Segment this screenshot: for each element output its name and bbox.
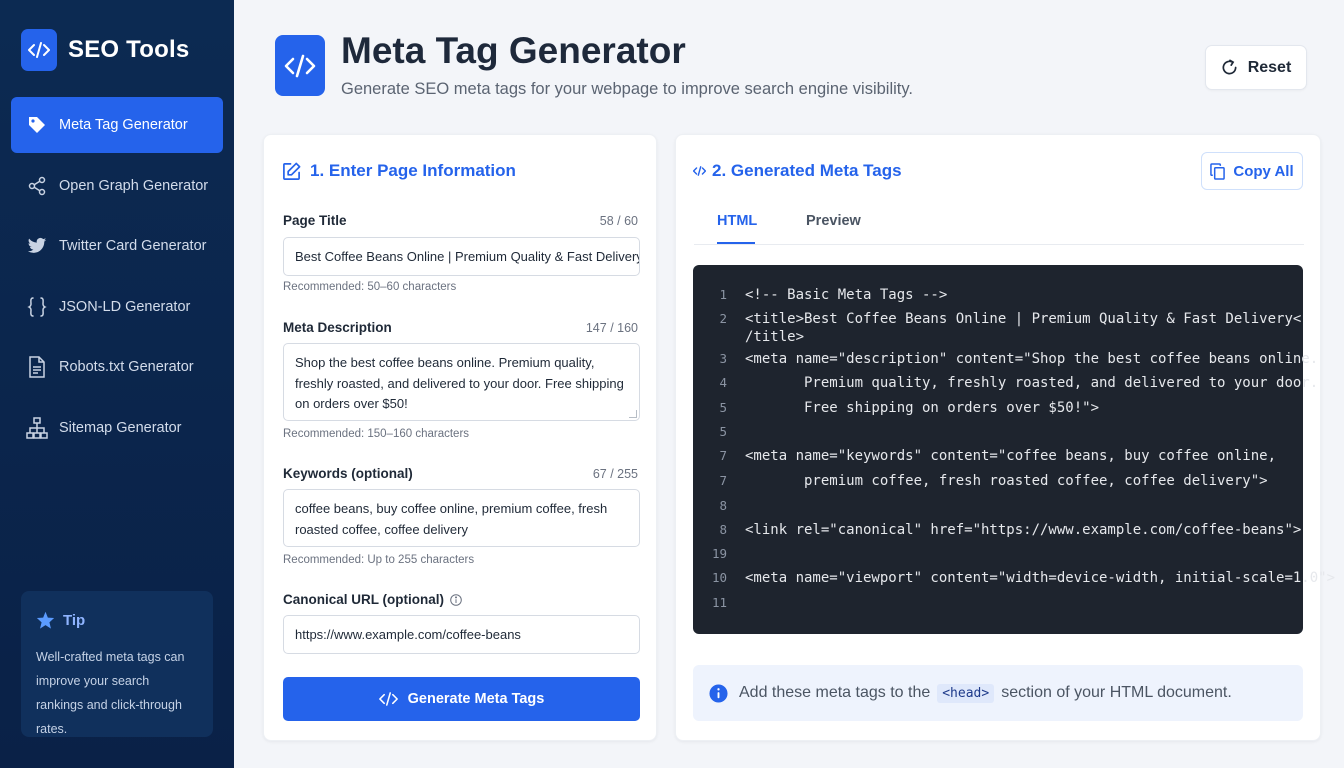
braces-icon (26, 296, 48, 318)
meta-description-hint: Recommended: 150–160 characters (283, 428, 470, 440)
sidebar-item-robots-txt-generator[interactable]: Robots.txt Generator (11, 339, 223, 395)
output-tabs: HTML Preview (694, 201, 1304, 245)
line-number: 2 (719, 311, 727, 326)
twitter-icon (26, 235, 48, 257)
line-number: 1 (719, 287, 727, 302)
meta-description-count: 147 / 160 (585, 321, 638, 335)
tab-html[interactable]: HTML (717, 213, 757, 229)
line-number: 3 (719, 351, 727, 366)
sidebar-item-label: Meta Tag Generator (59, 117, 188, 133)
edit-icon (282, 162, 301, 181)
page-subtitle: Generate SEO meta tags for your webpage … (341, 80, 913, 98)
code-text: <meta name="description" content="Shop t… (745, 351, 1319, 367)
page-title: Meta Tag Generator (341, 30, 686, 71)
line-number: 19 (711, 546, 727, 561)
page-info-section-title: 1. Enter Page Information (282, 161, 516, 181)
head-code-tag: <head> (937, 683, 995, 703)
resize-handle[interactable] (629, 410, 637, 418)
sidebar-item-open-graph-generator[interactable]: Open Graph Generator (11, 158, 223, 214)
code-text: Free shipping on orders over $50!"> (745, 400, 1100, 416)
reset-label: Reset (1247, 58, 1292, 76)
page-title-count: 58 / 60 (599, 214, 638, 228)
generate-label: Generate Meta Tags (407, 691, 545, 707)
meta-description-label: Meta Description (283, 320, 392, 335)
share-icon (26, 175, 48, 197)
brand[interactable]: SEO Tools (21, 29, 189, 71)
info-text-after: section of your HTML document. (1001, 684, 1232, 701)
tip-header: Tip (36, 611, 198, 629)
line-number: 7 (719, 473, 727, 488)
code-icon (21, 29, 57, 71)
meta-description-textarea[interactable]: Shop the best coffee beans online. Premi… (283, 343, 640, 421)
sidebar-item-label: Sitemap Generator (59, 419, 182, 436)
code-text: <link rel="canonical" href="https://www.… (745, 522, 1302, 538)
code-text: /title> (745, 329, 805, 345)
code-text: <meta name="keywords" content="coffee be… (745, 448, 1277, 464)
tip-title: Tip (63, 611, 86, 629)
page-title-label: Page Title (283, 213, 347, 228)
sidebar-item-twitter-card-generator[interactable]: Twitter Card Generator (11, 218, 223, 274)
tip-body: Well-crafted meta tags can improve your … (36, 650, 185, 736)
generate-meta-tags-button[interactable]: Generate Meta Tags (283, 677, 640, 721)
line-number: 11 (711, 595, 727, 610)
section-title-text: 1. Enter Page Information (310, 161, 516, 180)
star-icon (36, 611, 55, 629)
code-text: Premium quality, freshly roasted, and de… (745, 375, 1319, 391)
code-text: <!-- Basic Meta Tags --> (745, 287, 948, 303)
canonical-url-input[interactable]: https://www.example.com/coffee-beans (283, 615, 640, 654)
info-text-before: Add these meta tags to the (739, 684, 931, 701)
sidebar-item-label: JSON-LD Generator (59, 298, 191, 315)
keywords-label: Keywords (optional) (283, 466, 413, 481)
code-icon (275, 35, 325, 96)
line-number: 7 (719, 448, 727, 463)
code-text: premium coffee, fresh roasted coffee, co… (745, 473, 1268, 489)
line-number: 5 (719, 424, 727, 439)
line-number: 8 (719, 522, 727, 537)
sidebar-item-label: Twitter Card Generator (59, 238, 207, 254)
brand-title: SEO Tools (68, 36, 190, 63)
line-number: 5 (719, 400, 727, 415)
line-number: 8 (719, 498, 727, 513)
page-title-hint: Recommended: 50–60 characters (283, 281, 457, 293)
copy-icon (1210, 162, 1226, 180)
copy-all-label: Copy All (1233, 162, 1294, 180)
sidebar-nav: Meta Tag Generator Open Graph Generator … (11, 97, 223, 460)
generated-tags-panel: 2. Generated Meta Tags Copy All HTML Pre… (675, 134, 1335, 741)
generated-section-title: 2. Generated Meta Tags (693, 161, 902, 181)
sidebar-item-sitemap-generator[interactable]: Sitemap Generator (11, 400, 223, 456)
code-block[interactable]: 1 <!-- Basic Meta Tags --> 2 <title>Best Co… (693, 265, 1335, 634)
page-title-input[interactable]: Best Coffee Beans Online | Premium Quali… (283, 237, 640, 276)
refresh-icon (1221, 59, 1238, 76)
sidebar-item-meta-tag-generator[interactable]: Meta Tag Generator (11, 97, 223, 153)
sidebar-item-label: Robots.txt Generator (59, 359, 194, 375)
sidebar-item-json-ld-generator[interactable]: JSON-LD Generator (11, 279, 223, 335)
keywords-count: 67 / 255 (592, 467, 638, 481)
tab-preview[interactable]: Preview (806, 213, 861, 229)
info-banner: Add these meta tags to the <head> sectio… (693, 665, 1303, 721)
line-number: 4 (719, 375, 727, 390)
sidebar: SEO Tools Meta Tag Generator Open Graph … (0, 0, 234, 768)
page-info-panel: 1. Enter Page Information Page Title 58 … (263, 134, 657, 741)
canonical-url-label: Canonical URL (optional) (283, 592, 462, 607)
reset-button[interactable]: Reset (1205, 45, 1307, 90)
sidebar-item-label: Open Graph Generator (59, 177, 209, 194)
file-icon (26, 356, 48, 378)
active-tab-indicator (717, 242, 755, 244)
info-icon[interactable] (450, 593, 462, 606)
tip-card: Tip Well-crafted meta tags can improve y… (21, 591, 213, 737)
sitemap-icon (26, 416, 48, 439)
line-number: 10 (711, 570, 727, 585)
keywords-hint: Recommended: Up to 255 characters (283, 554, 475, 566)
code-icon (693, 166, 706, 176)
code-text: <meta name="viewport" content="width=dev… (745, 570, 1336, 586)
keywords-textarea[interactable]: coffee beans, buy coffee online, premium… (283, 489, 640, 547)
tag-icon (26, 114, 48, 136)
copy-all-button[interactable]: Copy All (1201, 152, 1303, 190)
canonical-url-label-text: Canonical URL (optional) (283, 592, 444, 607)
section-title-text: 2. Generated Meta Tags (712, 161, 902, 180)
meta-description-value: Shop the best coffee beans online. Premi… (295, 355, 624, 411)
code-text: <title>Best Coffee Beans Online | Premiu… (745, 311, 1302, 327)
code-icon (378, 692, 398, 706)
info-icon (709, 683, 728, 703)
